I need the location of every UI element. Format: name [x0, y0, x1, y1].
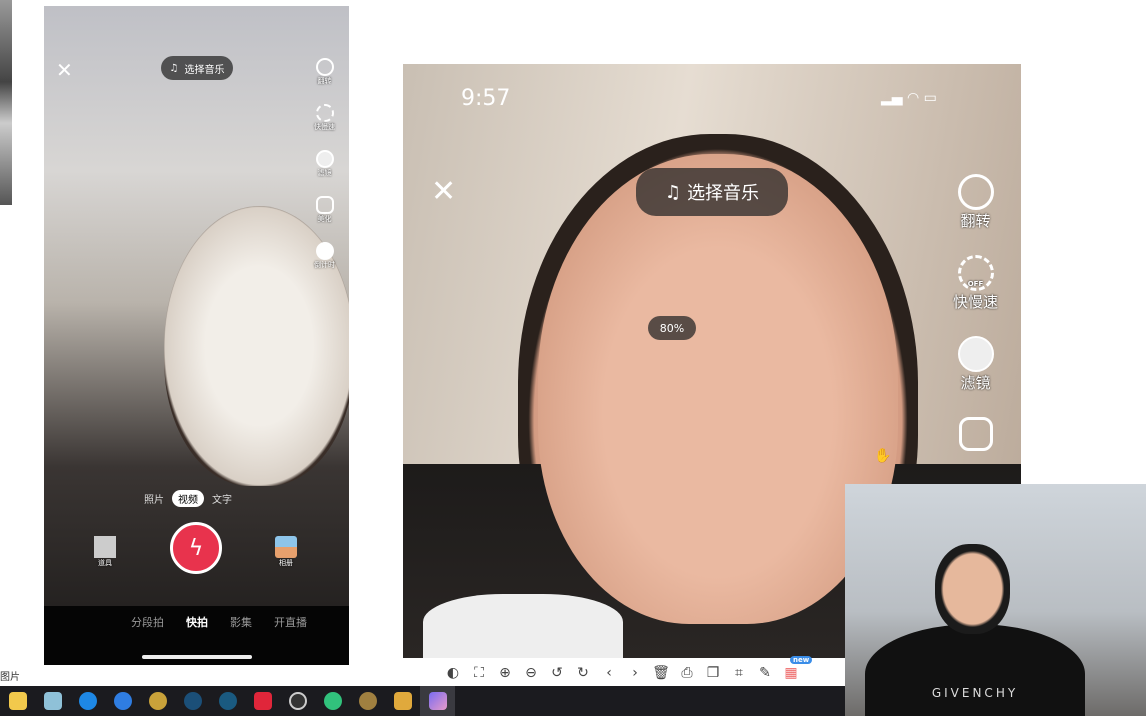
- props-label: 道具: [98, 559, 112, 567]
- face-skin: [538, 154, 898, 624]
- select-music-label: 选择音乐: [184, 64, 225, 76]
- delete-icon[interactable]: 🗑: [648, 665, 674, 681]
- image-viewer-toolbar: ◐ ⛶ ⊕ ⊖ ↺ ↻ ‹ › 🗑 ⎙ ❐ ⌗ ✎ ▦ new: [440, 656, 840, 686]
- speed-label: 快慢速: [314, 123, 335, 131]
- close-icon[interactable]: ✕: [431, 174, 456, 209]
- music-note-icon: ♫: [664, 181, 682, 203]
- zoom-in-icon[interactable]: ⊕: [492, 665, 518, 681]
- speed-label: 快慢速: [953, 293, 999, 311]
- flip-icon: [315, 58, 334, 76]
- filter-button[interactable]: 滤镜: [314, 150, 335, 178]
- zoom-badge: 80%: [648, 316, 696, 340]
- browser-icon[interactable]: [70, 686, 105, 716]
- speed-button[interactable]: OFF 快慢速: [953, 255, 998, 312]
- beautify-label: 美化: [317, 215, 332, 223]
- filter-button[interactable]: 滤镜: [953, 336, 998, 393]
- shirt-text: GIVENCHY: [931, 686, 1019, 700]
- music-note-icon: ♫: [169, 62, 179, 74]
- status-icons: ▂▄ ◠ ▭: [881, 90, 937, 106]
- obs-icon[interactable]: [280, 686, 315, 716]
- mode-text[interactable]: 文字: [212, 491, 232, 506]
- props-button[interactable]: 道具: [94, 536, 116, 568]
- timer-icon: [315, 242, 334, 260]
- props-icon: [94, 536, 116, 558]
- mode-photo[interactable]: 照片: [144, 491, 164, 506]
- speed-icon: [315, 104, 334, 122]
- countdown-label: 倒计时: [314, 261, 335, 269]
- tab-quick[interactable]: 快拍: [186, 614, 208, 630]
- streamer-shirt: GIVENCHY: [865, 624, 1085, 716]
- image-label: 图片: [0, 672, 20, 683]
- countdown-button[interactable]: 倒计时: [314, 242, 335, 270]
- flip-icon: [957, 174, 994, 210]
- beautify-icon: [315, 196, 334, 214]
- flip-button[interactable]: 翻转: [953, 174, 998, 231]
- bottom-tabs: 分段拍 快拍 影集 开直播: [44, 606, 349, 665]
- print-icon[interactable]: ⎙: [674, 665, 700, 681]
- power-app-icon[interactable]: [210, 686, 245, 716]
- filter-label: 滤镜: [960, 374, 991, 392]
- select-music-label: 选择音乐: [687, 183, 760, 204]
- new-badge: new: [790, 656, 813, 664]
- phone-screenshot-left: ✕ ♫ 选择音乐 翻转 快慢速 滤镜 美化 倒计时 照片 视频 文字 道具 ϟ 相…: [44, 6, 349, 665]
- speed-icon: OFF: [957, 255, 994, 291]
- close-icon[interactable]: ✕: [56, 58, 73, 82]
- flip-label: 翻转: [960, 212, 991, 230]
- apps-icon[interactable]: ▦ new: [778, 656, 813, 681]
- steam-icon[interactable]: [175, 686, 210, 716]
- album-button[interactable]: 相册: [275, 536, 297, 568]
- zoom-out-icon[interactable]: ⊖: [518, 665, 544, 681]
- album-icon: [275, 536, 297, 558]
- tab-segment[interactable]: 分段拍: [131, 614, 164, 630]
- filter-icon: [315, 150, 334, 168]
- previous-icon[interactable]: ‹: [596, 665, 622, 681]
- webcam-overlay: GIVENCHY: [845, 484, 1146, 716]
- streamer-head: [935, 544, 1010, 634]
- filter-label: 滤镜: [317, 169, 332, 177]
- beautify-button[interactable]: [953, 417, 998, 451]
- scan-icon[interactable]: ⌗: [726, 665, 752, 681]
- home-indicator: [142, 655, 252, 659]
- next-icon[interactable]: ›: [622, 665, 648, 681]
- beautify-button[interactable]: 美化: [314, 196, 335, 224]
- album-label: 相册: [279, 559, 293, 567]
- record-button[interactable]: ϟ: [170, 522, 222, 574]
- rotate-left-icon[interactable]: ↺: [544, 665, 570, 681]
- flip-button[interactable]: 翻转: [314, 58, 335, 86]
- select-music-button[interactable]: ♫ 选择音乐: [161, 56, 233, 80]
- rotate-right-icon[interactable]: ↻: [570, 665, 596, 681]
- thumbnail-strip[interactable]: [0, 0, 12, 205]
- select-music-button[interactable]: ♫ 选择音乐: [636, 168, 788, 216]
- flip-label: 翻转: [317, 77, 332, 85]
- tab-album[interactable]: 影集: [230, 614, 252, 630]
- cloth: [423, 594, 623, 658]
- mouse-icon[interactable]: ◐: [440, 665, 466, 681]
- g-app-icon[interactable]: [140, 686, 175, 716]
- mode-video[interactable]: 视频: [172, 490, 204, 507]
- qq-music-icon[interactable]: [315, 686, 350, 716]
- beautify-icon: [958, 417, 993, 451]
- tab-live[interactable]: 开直播: [274, 614, 307, 630]
- file-explorer-icon[interactable]: [0, 686, 35, 716]
- speed-off-label: OFF: [967, 280, 984, 288]
- filter-icon: [957, 336, 994, 372]
- fit-screen-icon[interactable]: ⛶: [466, 665, 492, 681]
- wow-icon[interactable]: [350, 686, 385, 716]
- raccoon-app-icon[interactable]: [385, 686, 420, 716]
- notepad-icon[interactable]: [35, 686, 70, 716]
- app-icon[interactable]: [105, 686, 140, 716]
- lightning-icon: ϟ: [188, 535, 204, 561]
- hand-cursor-icon: ✋: [874, 448, 892, 464]
- speed-button[interactable]: 快慢速: [314, 104, 335, 132]
- status-time: 9:57: [461, 86, 511, 111]
- photos-icon[interactable]: [420, 686, 455, 716]
- copy-image-icon[interactable]: ❐: [700, 665, 726, 681]
- edit-icon[interactable]: ✎: [752, 665, 778, 681]
- netease-music-icon[interactable]: [245, 686, 280, 716]
